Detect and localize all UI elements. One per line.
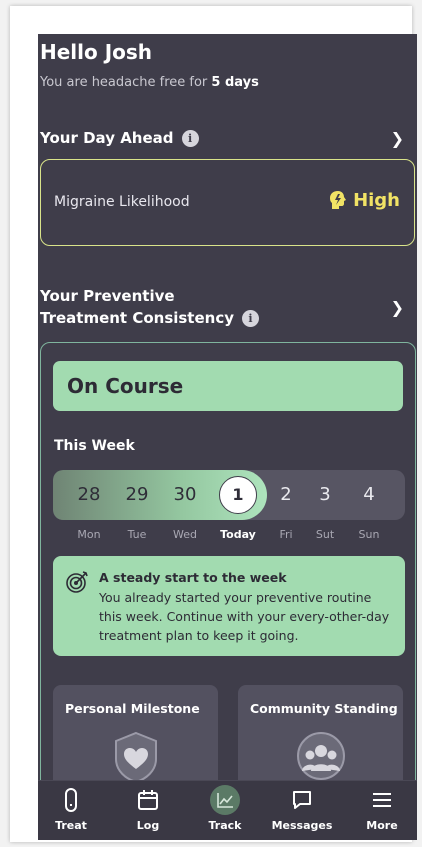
headache-free-days: 5 days	[211, 75, 259, 90]
nav-messages[interactable]: Messages	[267, 787, 337, 832]
headache-free-text: You are headache free for 5 days	[40, 75, 259, 90]
treat-icon	[65, 788, 77, 812]
day-name: Fri	[279, 528, 293, 541]
nav-label: Track	[208, 819, 242, 832]
note-title: A steady start to the week	[99, 570, 287, 585]
preventive-title-line2: Treatment Consistency	[40, 309, 235, 327]
day-number[interactable]: 29	[117, 470, 157, 520]
bottom-nav: Treat Log Track Messages More	[38, 780, 417, 840]
head-lightning-icon	[330, 191, 347, 209]
day-number[interactable]: 3	[305, 470, 345, 520]
migraine-likelihood-card[interactable]: Migraine Likelihood High	[40, 159, 415, 246]
nav-label: Messages	[271, 819, 333, 832]
week-strip: 28 29 30 1 2 3 4	[53, 470, 405, 520]
day-number[interactable]: 2	[266, 470, 306, 520]
preventive-title-line1: Your Preventive	[40, 287, 175, 305]
day-name: Tue	[127, 528, 147, 541]
day-number-today[interactable]: 1	[218, 470, 258, 520]
info-icon[interactable]: i	[242, 310, 260, 327]
nav-log[interactable]: Log	[113, 787, 183, 832]
nav-label: Treat	[55, 819, 87, 832]
day-name: Mon	[77, 528, 101, 541]
day-ahead-title: Your Day Ahead	[40, 129, 174, 147]
day-name: Sun	[358, 528, 380, 541]
preventive-card: On Course This Week 28 29 30 1 2 3 4 Mon…	[40, 342, 416, 840]
day-number[interactable]: 30	[165, 470, 205, 520]
menu-icon	[373, 793, 391, 807]
shield-heart-icon	[115, 731, 157, 783]
info-icon[interactable]: i	[181, 130, 199, 147]
nav-treat[interactable]: Treat	[38, 787, 106, 832]
day-name: Wed	[173, 528, 197, 541]
day-ahead-header[interactable]: Your Day Ahead i	[40, 127, 199, 149]
calendar-icon	[138, 790, 158, 810]
personal-milestone-title: Personal Milestone	[65, 701, 200, 716]
community-icon	[297, 732, 345, 780]
nav-more[interactable]: More	[347, 787, 417, 832]
chevron-right-icon[interactable]: ❯	[391, 129, 404, 148]
community-standing-title: Community Standing	[250, 701, 398, 716]
note-body: You already started your preventive rout…	[99, 590, 390, 643]
day-name-today: Today	[220, 528, 256, 541]
phone-frame: Hello Josh You are headache free for 5 d…	[10, 6, 417, 842]
nav-label: Log	[136, 819, 160, 832]
nav-label: More	[366, 819, 398, 832]
this-week-title: This Week	[54, 438, 135, 454]
chart-icon	[210, 785, 240, 815]
migraine-likelihood-value: High	[329, 190, 400, 211]
app-screen: Hello Josh You are headache free for 5 d…	[38, 34, 417, 840]
day-number[interactable]: 28	[69, 470, 109, 520]
encouragement-note: A steady start to the week You already s…	[53, 556, 405, 656]
message-icon	[293, 791, 311, 809]
target-icon	[66, 571, 88, 593]
preventive-header[interactable]: Your Preventive Treatment Consistency i	[40, 285, 260, 329]
personal-milestone-tile[interactable]: Personal Milestone	[53, 685, 218, 795]
nav-track[interactable]: Track	[190, 785, 260, 832]
community-standing-tile[interactable]: Community Standing	[238, 685, 403, 795]
status-banner: On Course	[53, 361, 403, 411]
day-number[interactable]: 4	[349, 470, 389, 520]
chevron-right-icon[interactable]: ❯	[391, 298, 404, 317]
greeting: Hello Josh	[40, 40, 153, 64]
day-name: Sut	[315, 528, 335, 541]
migraine-likelihood-label: Migraine Likelihood	[54, 194, 190, 210]
